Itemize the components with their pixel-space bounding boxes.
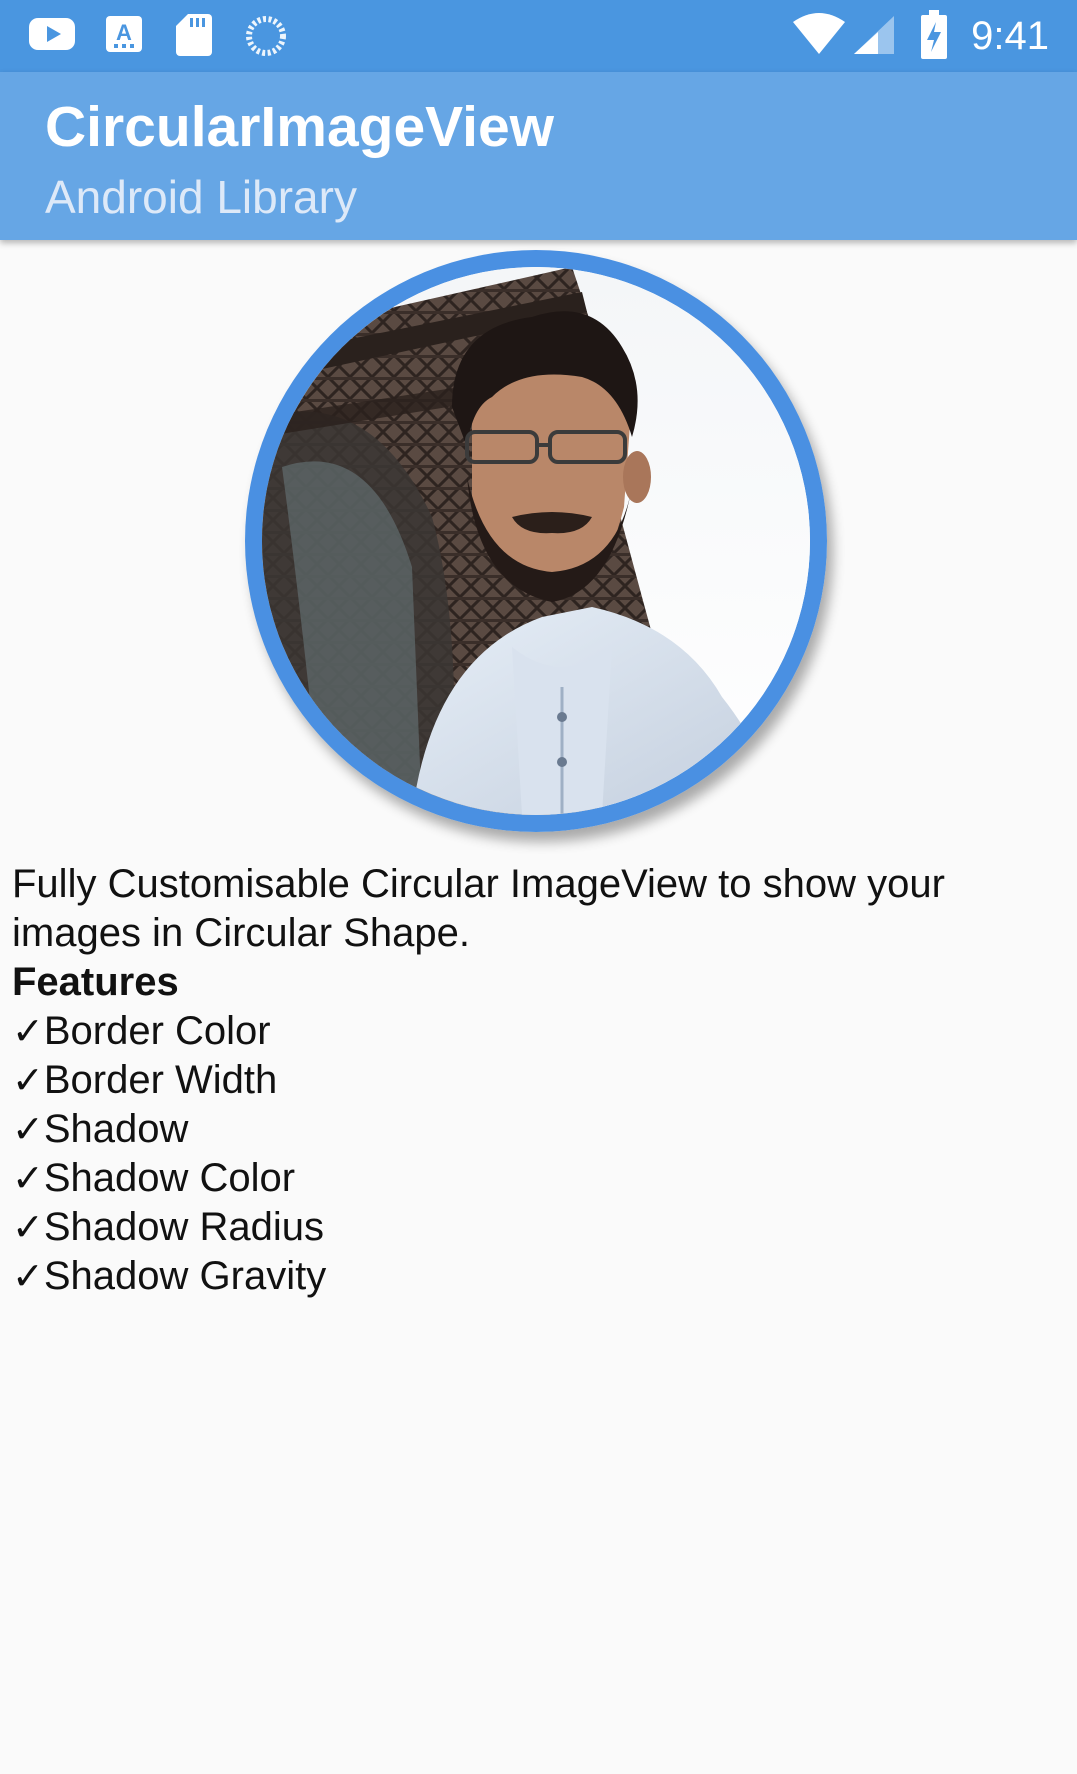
wifi-icon — [792, 12, 846, 61]
circular-image-view[interactable] — [245, 250, 827, 832]
features-heading: Features — [12, 960, 179, 1004]
app-title: CircularImageView — [45, 95, 555, 159]
svg-text:A: A — [116, 20, 132, 45]
feature-item: ✓Shadow — [12, 1107, 189, 1151]
feature-item: ✓Border Color — [12, 1009, 271, 1053]
feature-item: ✓Shadow Gravity — [12, 1254, 327, 1298]
feature-item: ✓Shadow Radius — [12, 1205, 325, 1249]
status-time: 9:41 — [971, 14, 1049, 58]
sync-loading-icon — [244, 14, 288, 63]
checkmark-icon: ✓ — [12, 1254, 44, 1298]
profile-photo — [262, 267, 810, 815]
intro-text: Fully Customisable Circular ImageView to… — [12, 862, 945, 955]
checkmark-icon: ✓ — [12, 1009, 44, 1053]
feature-item: ✓Border Width — [12, 1058, 278, 1102]
font-download-icon: A — [104, 14, 144, 59]
battery-charging-icon — [920, 10, 948, 65]
app-bar: CircularImageView Android Library — [0, 72, 1077, 240]
checkmark-icon: ✓ — [12, 1107, 44, 1151]
checkmark-icon: ✓ — [12, 1058, 44, 1102]
description-text: Fully Customisable Circular ImageView to… — [12, 860, 1052, 1301]
app-subtitle: Android Library — [45, 171, 357, 223]
checkmark-icon: ✓ — [12, 1156, 44, 1200]
sd-card-icon — [176, 14, 212, 61]
status-bar: A 9:41 — [0, 0, 1077, 72]
youtube-icon — [28, 14, 76, 59]
checkmark-icon: ✓ — [12, 1205, 44, 1249]
feature-item: ✓Shadow Color — [12, 1156, 296, 1200]
signal-icon — [852, 14, 896, 61]
